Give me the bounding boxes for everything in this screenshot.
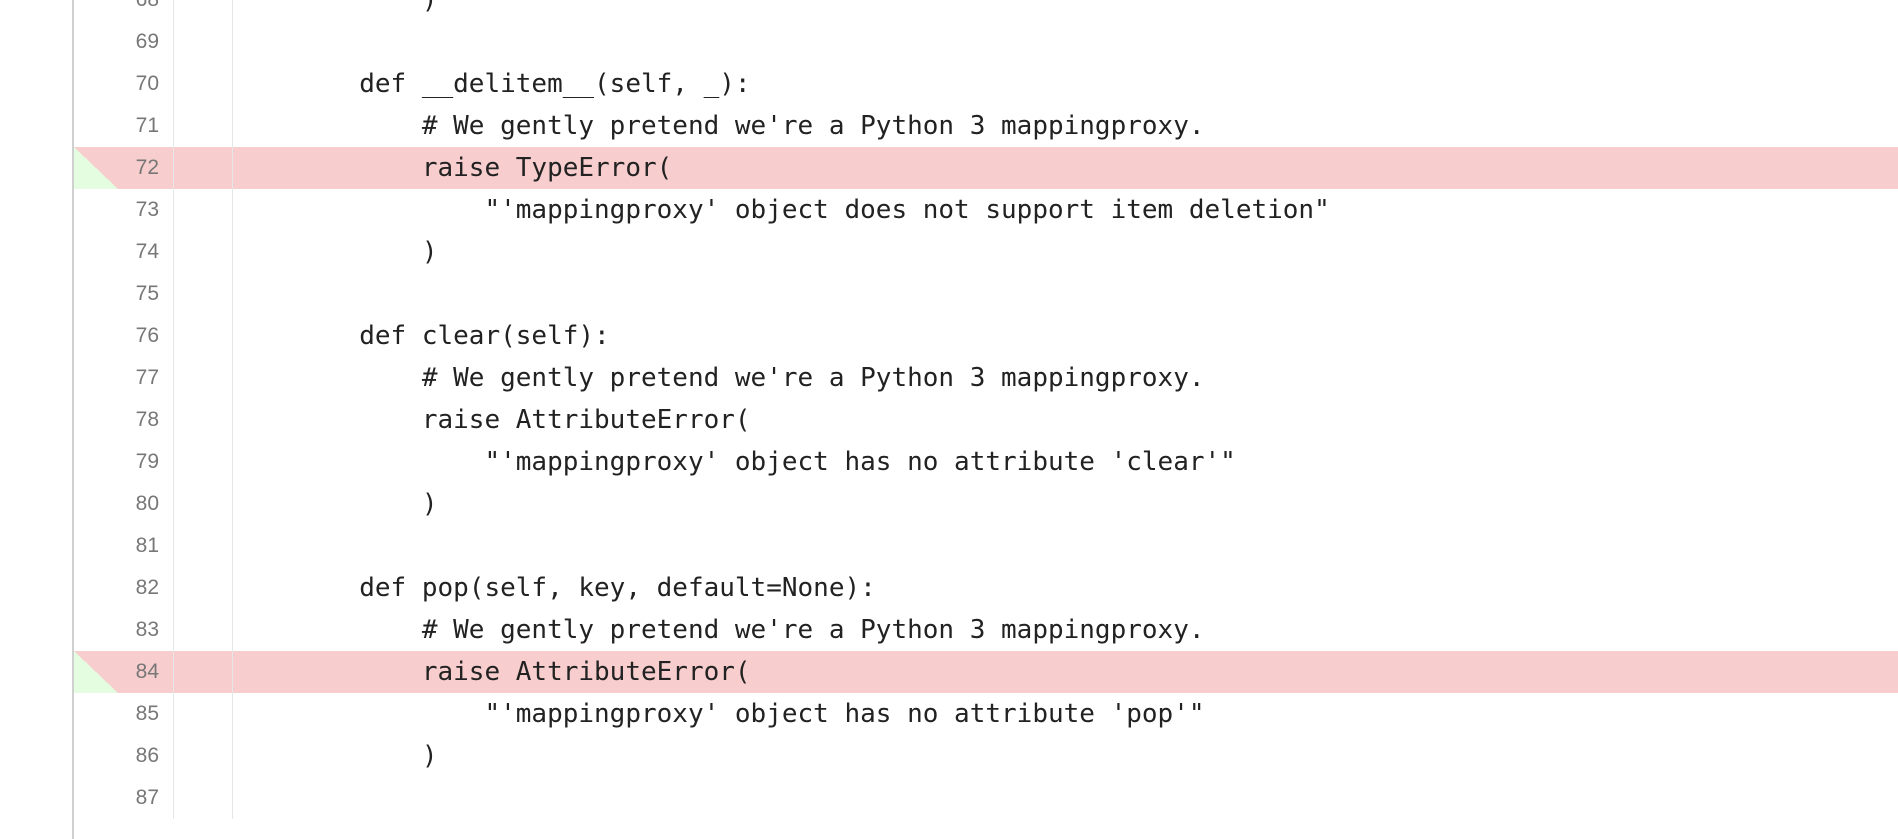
diff-marker-column [174,777,233,819]
line-number-gutter[interactable]: 82 [74,567,174,609]
line-number: 84 [135,660,159,683]
line-code: ) [234,489,438,519]
line-number-gutter[interactable]: 85 [74,693,174,735]
diff-marker-column [174,693,233,735]
line-number-gutter[interactable]: 71 [74,105,174,147]
line-number-gutter[interactable]: 73 [74,189,174,231]
line-number: 77 [135,366,159,389]
diff-marker-column [174,651,233,693]
line-code: "'mappingproxy' object has no attribute … [234,447,1236,477]
code-line: 85 "'mappingproxy' object has no attribu… [0,693,1898,735]
code-line-changed: 72 raise TypeError( [0,147,1898,189]
line-number: 75 [135,282,159,305]
diff-marker-column [174,273,233,315]
code-line: 70 def __delitem__(self, _): [0,63,1898,105]
code-line: 69 [0,21,1898,63]
code-line: 79 "'mappingproxy' object has no attribu… [0,441,1898,483]
line-number-gutter[interactable]: 77 [74,357,174,399]
line-code: def clear(self): [234,321,610,351]
code-line: 77 # We gently pretend we're a Python 3 … [0,357,1898,399]
code-line: 73 "'mappingproxy' object does not suppo… [0,189,1898,231]
code-line: 76 def clear(self): [0,315,1898,357]
code-line: 86 ) [0,735,1898,777]
line-number: 71 [135,114,159,137]
diff-marker-column [174,609,233,651]
code-lines: 68 ) 69 70 def __delitem__(self, _): 71 [0,0,1898,819]
line-number-gutter[interactable]: 75 [74,273,174,315]
diff-marker-column [174,357,233,399]
line-number-gutter[interactable]: 86 [74,735,174,777]
code-line: 71 # We gently pretend we're a Python 3 … [0,105,1898,147]
line-number-gutter[interactable]: 68 [74,0,174,21]
diff-marker-column [174,21,233,63]
diff-marker-column [174,231,233,273]
diff-marker-column [174,567,233,609]
line-number-gutter[interactable]: 79 [74,441,174,483]
line-number: 74 [135,240,159,263]
diff-marker-column [174,525,233,567]
diff-marker-column [174,735,233,777]
line-number: 68 [136,0,159,21]
line-code: def __delitem__(self, _): [234,69,751,99]
line-number: 69 [135,30,159,53]
code-line: 83 # We gently pretend we're a Python 3 … [0,609,1898,651]
line-code: raise AttributeError( [234,657,751,687]
code-viewer: 68 ) 69 70 def __delitem__(self, _): 71 [0,0,1898,839]
diff-marker-column [174,189,233,231]
code-line: 81 [0,525,1898,567]
code-line: 82 def pop(self, key, default=None): [0,567,1898,609]
line-number-gutter[interactable]: 83 [74,609,174,651]
line-number-gutter[interactable]: 87 [74,777,174,819]
line-code: # We gently pretend we're a Python 3 map… [234,615,1205,645]
diff-marker-column [174,63,233,105]
line-number: 87 [135,786,159,809]
code-line: 80 ) [0,483,1898,525]
line-number: 79 [135,450,159,473]
line-code: "'mappingproxy' object has no attribute … [234,699,1205,729]
line-number: 81 [135,534,159,557]
line-number-gutter[interactable]: 70 [74,63,174,105]
line-number-gutter[interactable]: 76 [74,315,174,357]
line-code: # We gently pretend we're a Python 3 map… [234,111,1205,141]
diff-marker-column [174,483,233,525]
line-number: 80 [135,492,159,515]
line-number-gutter[interactable]: 69 [74,21,174,63]
line-number: 82 [135,576,159,599]
code-line: 75 [0,273,1898,315]
code-line: 68 ) [0,0,1898,21]
code-line: 78 raise AttributeError( [0,399,1898,441]
diff-marker-column [174,147,233,189]
code-line-changed: 84 raise AttributeError( [0,651,1898,693]
line-number-gutter[interactable]: 81 [74,525,174,567]
line-number-gutter[interactable]: 72 [74,147,174,189]
line-code: "'mappingproxy' object does not support … [234,195,1330,225]
diff-marker-column [174,399,233,441]
diff-marker-column [174,105,233,147]
line-number: 72 [135,156,159,179]
code-line: 74 ) [0,231,1898,273]
code-line: 87 [0,777,1898,819]
line-code: ) [234,0,438,15]
diff-marker-column [174,315,233,357]
line-number: 86 [135,744,159,767]
line-number: 85 [135,702,159,725]
line-code: raise AttributeError( [234,405,751,435]
line-number: 70 [135,72,159,95]
line-number: 83 [135,618,159,641]
line-number-gutter[interactable]: 78 [74,399,174,441]
line-number-gutter[interactable]: 80 [74,483,174,525]
line-number: 76 [135,324,159,347]
diff-marker-column [174,441,233,483]
line-code: def pop(self, key, default=None): [234,573,876,603]
line-code: ) [234,741,438,771]
line-number-gutter[interactable]: 74 [74,231,174,273]
line-number: 78 [135,408,159,431]
line-code: # We gently pretend we're a Python 3 map… [234,363,1205,393]
line-number-gutter[interactable]: 84 [74,651,174,693]
diff-marker-column [174,0,233,21]
line-code: raise TypeError( [234,153,673,183]
line-number: 73 [135,198,159,221]
line-code: ) [234,237,438,267]
